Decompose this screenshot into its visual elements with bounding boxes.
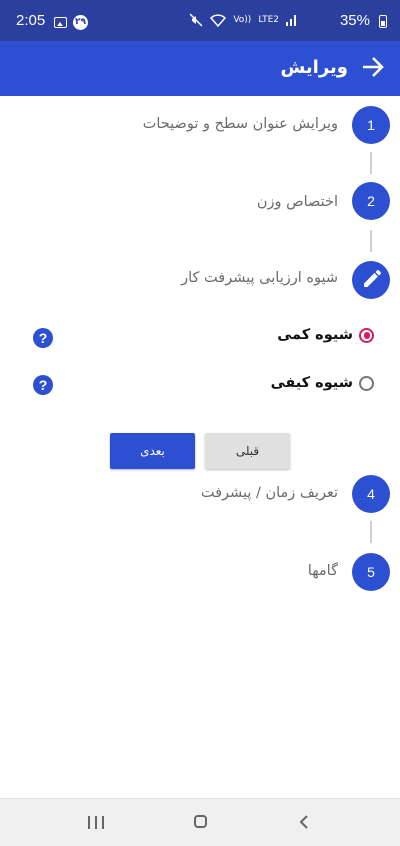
next-button[interactable]: بعدی bbox=[110, 433, 195, 469]
signal-icon bbox=[286, 15, 296, 26]
radio-label: شیوه کمی bbox=[277, 327, 353, 343]
page-title: ویرایش bbox=[280, 57, 348, 78]
app-bar: ویرایش bbox=[0, 41, 400, 96]
step-1-circle[interactable]: 1 bbox=[352, 106, 390, 144]
radio-option-qualitative[interactable]: شیوه کیفی bbox=[271, 375, 374, 391]
radio-button-selected[interactable] bbox=[359, 327, 374, 343]
step-1-label[interactable]: ویرایش عنوان سطح و توضیحات bbox=[143, 116, 338, 132]
network-label: LTE2 bbox=[258, 15, 279, 25]
gallery-notification-icon bbox=[54, 17, 67, 28]
battery-percent: 35% bbox=[339, 12, 370, 29]
status-bar: 2:05 ۲۹ Vo)) LTE2 35% bbox=[0, 0, 400, 41]
step-3-label[interactable]: شیوه ارزیابی پیشرفت کار bbox=[181, 270, 338, 286]
step-2-circle[interactable]: 2 bbox=[352, 182, 390, 220]
pencil-icon bbox=[364, 270, 381, 287]
step-connector bbox=[370, 230, 372, 252]
radio-label: شیوه کیفی bbox=[270, 375, 353, 391]
help-icon[interactable]: ? bbox=[33, 375, 53, 395]
previous-button[interactable]: قبلی bbox=[205, 433, 290, 469]
radio-button[interactable] bbox=[359, 375, 374, 391]
step-connector bbox=[370, 152, 372, 174]
radio-option-quantitative[interactable]: شیوه کمی bbox=[277, 327, 374, 343]
step-4-circle[interactable]: 4 bbox=[352, 475, 390, 513]
step-5-label[interactable]: گامها bbox=[308, 563, 338, 579]
notification-badge: ۲۹ bbox=[73, 15, 88, 30]
step-4-label[interactable]: تعریف زمان / پیشرفت bbox=[201, 485, 338, 501]
battery-icon bbox=[379, 15, 387, 28]
step-3-circle[interactable] bbox=[352, 261, 390, 299]
mute-icon bbox=[189, 13, 203, 27]
step-2-label[interactable]: اختصاص وزن bbox=[257, 194, 338, 210]
back-arrow-icon[interactable] bbox=[360, 54, 386, 80]
step-connector bbox=[370, 521, 372, 543]
volte-label: Vo)) bbox=[233, 15, 252, 25]
status-time: 2:05 bbox=[16, 12, 46, 29]
step-5-circle[interactable]: 5 bbox=[352, 553, 390, 591]
help-icon[interactable]: ? bbox=[33, 328, 53, 348]
home-icon[interactable] bbox=[194, 815, 207, 828]
recents-icon[interactable] bbox=[88, 816, 104, 829]
wifi-icon bbox=[210, 13, 227, 27]
nav-back-icon[interactable] bbox=[298, 815, 312, 829]
system-nav-bar bbox=[0, 798, 400, 846]
